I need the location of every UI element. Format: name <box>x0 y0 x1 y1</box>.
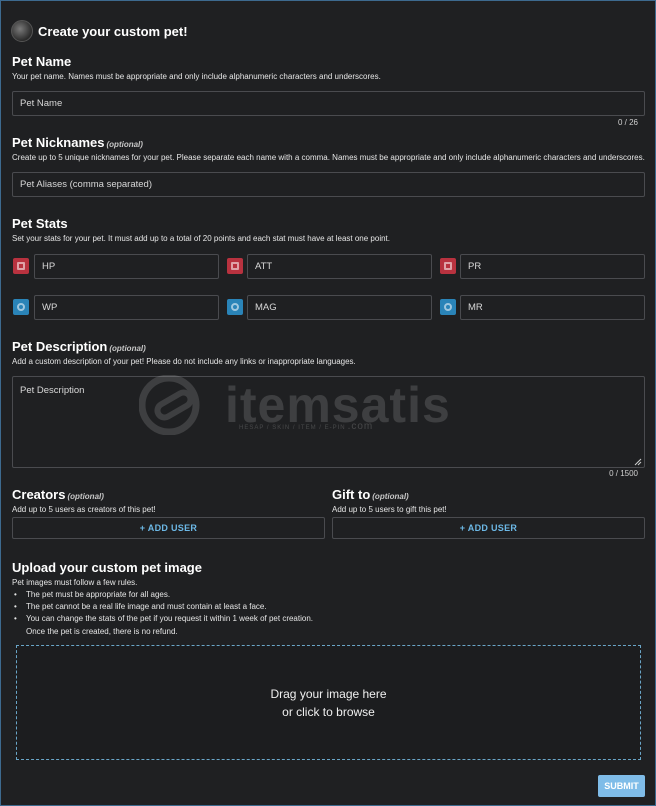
image-dropzone[interactable]: Drag your image here or click to browse <box>16 645 641 760</box>
create-pet-panel: Create your custom pet! Pet Name Your pe… <box>0 0 656 806</box>
rule-item: You can change the stats of the pet if y… <box>14 614 313 626</box>
gift-to-description: Add up to 5 users to gift this pet! <box>332 505 447 514</box>
optional-label: (optional) <box>67 492 104 501</box>
pet-name-title-text: Pet Name <box>12 54 72 69</box>
pet-nicknames-title-text: Pet Nicknames <box>12 135 105 150</box>
pet-nicknames-description: Create up to 5 unique nicknames for your… <box>12 153 645 162</box>
magic-resist-icon <box>440 299 456 315</box>
creators-add-user-button[interactable]: + ADD USER <box>12 517 325 539</box>
creators-title: Creators (optional) <box>12 487 104 502</box>
upload-title: Upload your custom pet image <box>12 560 202 575</box>
pet-aliases-input[interactable]: Pet Aliases (comma separated) <box>12 172 645 197</box>
optional-label: (optional) <box>109 344 146 353</box>
hp-icon <box>13 258 29 274</box>
upload-description: Pet images must follow a few rules. <box>12 578 138 587</box>
pet-description-title-text: Pet Description <box>12 339 108 354</box>
creators-description: Add up to 5 users as creators of this pe… <box>12 505 156 514</box>
pet-description-title: Pet Description (optional) <box>12 339 146 354</box>
watermark-icon <box>139 375 200 435</box>
weapon-power-icon <box>13 299 29 315</box>
creators-title-text: Creators <box>12 487 66 502</box>
rule-item: The pet must be appropriate for all ages… <box>14 590 313 602</box>
pet-description-counter: 0 / 1500 <box>609 469 638 478</box>
pet-name-placeholder: Pet Name <box>20 98 63 109</box>
mr-placeholder: MR <box>468 302 483 313</box>
att-placeholder: ATT <box>255 261 273 272</box>
pet-aliases-placeholder: Pet Aliases (comma separated) <box>20 179 153 190</box>
mag-input[interactable]: MAG <box>247 295 432 320</box>
pet-name-title: Pet Name <box>12 54 71 69</box>
optional-label: (optional) <box>372 492 409 501</box>
pet-name-description: Your pet name. Names must be appropriate… <box>12 72 381 81</box>
wp-input[interactable]: WP <box>34 295 219 320</box>
rule-item: The pet cannot be a real life image and … <box>14 602 313 614</box>
pr-placeholder: PR <box>468 261 482 272</box>
pet-description-description: Add a custom description of your pet! Pl… <box>12 357 356 366</box>
magic-icon <box>227 299 243 315</box>
gift-to-title-text: Gift to <box>332 487 371 502</box>
pet-stats-title-text: Pet Stats <box>12 216 68 231</box>
att-input[interactable]: ATT <box>247 254 432 279</box>
upload-rules-list: The pet must be appropriate for all ages… <box>14 590 313 639</box>
gift-to-add-user-button[interactable]: + ADD USER <box>332 517 645 539</box>
pet-avatar <box>11 20 33 42</box>
gift-to-title: Gift to (optional) <box>332 487 409 502</box>
upload-title-text: Upload your custom pet image <box>12 560 202 575</box>
attack-icon <box>227 258 243 274</box>
pr-input[interactable]: PR <box>460 254 645 279</box>
rule-item: Once the pet is created, there is no ref… <box>26 626 178 636</box>
submit-button[interactable]: SUBMIT <box>598 775 645 797</box>
pet-stats-description: Set your stats for your pet. It must add… <box>12 234 390 243</box>
mr-input[interactable]: MR <box>460 295 645 320</box>
mag-placeholder: MAG <box>255 302 277 313</box>
panel-header: Create your custom pet! <box>11 20 188 42</box>
pet-nicknames-title: Pet Nicknames (optional) <box>12 135 143 150</box>
pet-stats-title: Pet Stats <box>12 216 68 231</box>
dropzone-line1: Drag your image here <box>270 686 387 701</box>
optional-label: (optional) <box>106 140 143 149</box>
wp-placeholder: WP <box>42 302 58 313</box>
watermark-subtext: HESAP / SKIN / ITEM / E-PIN .com <box>239 421 374 432</box>
page-title: Create your custom pet! <box>38 23 188 39</box>
pet-description-placeholder: Pet Description <box>20 385 85 396</box>
pet-name-counter: 0 / 26 <box>617 118 638 127</box>
resize-handle-icon[interactable] <box>634 458 642 466</box>
protection-icon <box>440 258 456 274</box>
pet-name-input[interactable]: Pet Name <box>12 91 645 116</box>
dropzone-line2: or click to browse <box>282 704 375 719</box>
hp-placeholder: HP <box>42 261 56 272</box>
hp-input[interactable]: HP <box>34 254 219 279</box>
